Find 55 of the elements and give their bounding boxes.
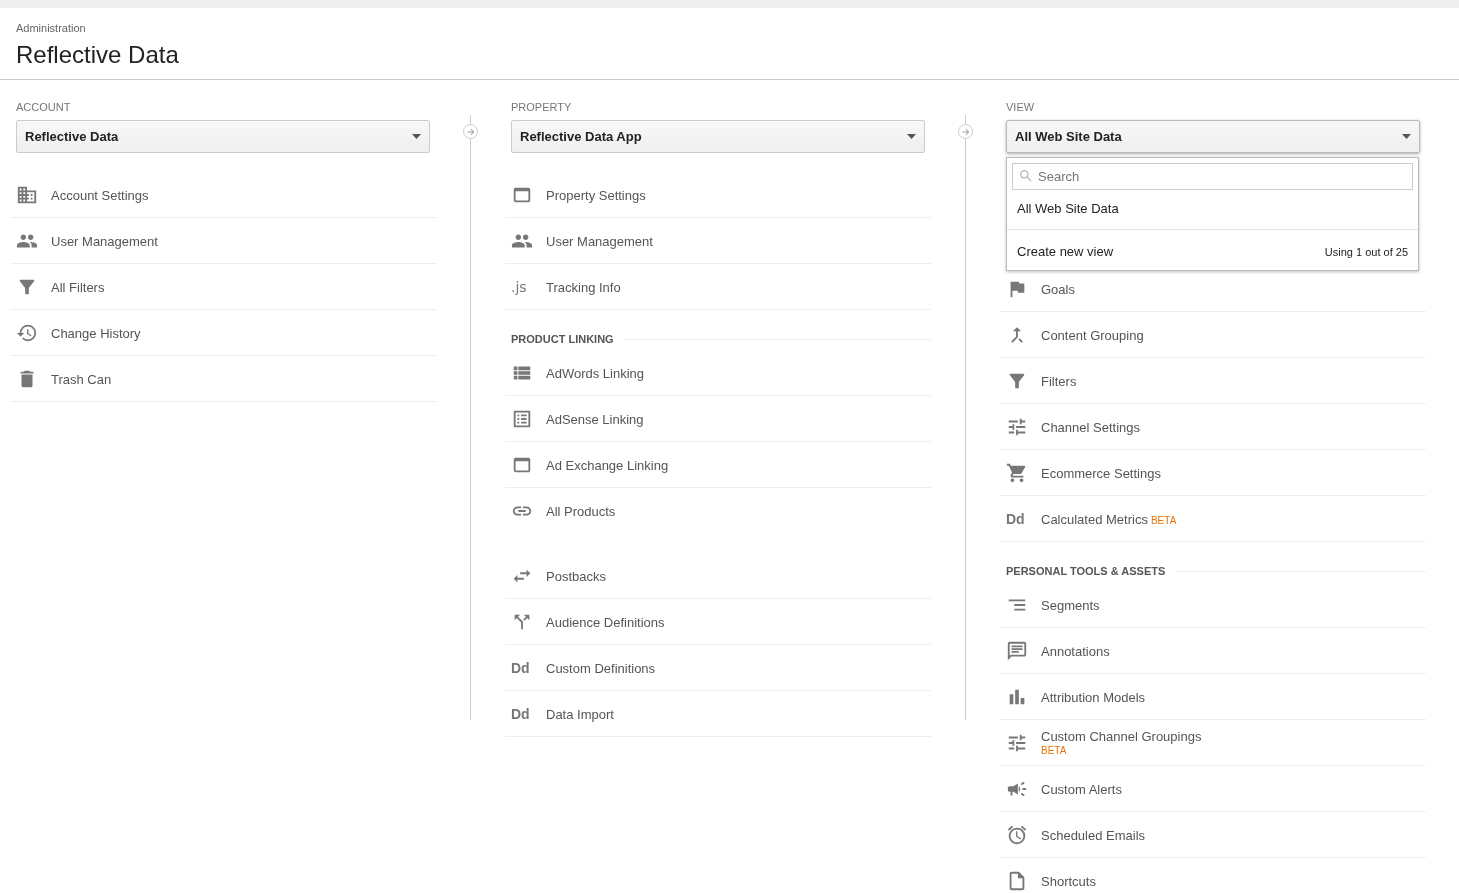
menu-item[interactable]: Shortcuts (1041, 873, 1096, 889)
column-heading: PROPERTY (511, 100, 573, 114)
search-field[interactable]: Search (1012, 163, 1413, 190)
dd-glyph-icon: Dd (511, 659, 530, 676)
caret-icon (412, 134, 421, 139)
section-heading: PRODUCT LINKING (511, 333, 614, 345)
column-heading: VIEW (1006, 100, 1036, 114)
dropdown-select[interactable]: Reflective Data (16, 120, 430, 153)
column-heading: ACCOUNT (16, 100, 72, 114)
menu-item[interactable]: Content Grouping (1041, 327, 1144, 343)
menu-item[interactable]: Property Settings (546, 187, 646, 203)
menu-item[interactable]: Account Settings (51, 187, 149, 203)
menu-item[interactable]: Custom Channel Groupings (1041, 728, 1202, 745)
menu-item[interactable]: AdWords Linking (546, 365, 645, 381)
menu-item[interactable]: Ad Exchange Linking (546, 457, 669, 473)
menu-item[interactable]: Annotations (1041, 643, 1110, 659)
alarm-clock-icon (1006, 823, 1028, 846)
beta-label: BETA (1041, 744, 1068, 757)
menu-item[interactable]: Filters (1041, 373, 1077, 389)
menu-item[interactable]: Segments (1041, 597, 1100, 613)
breadcrumb: Administration (16, 21, 87, 35)
page-title: Reflective Data (16, 41, 180, 69)
dropdown-select[interactable]: All Web Site Data (1006, 120, 1420, 153)
js-glyph-icon: .js (511, 278, 527, 295)
menu-item[interactable]: Tracking Info (546, 279, 621, 295)
menu-item[interactable]: Custom Alerts (1041, 781, 1122, 797)
create-view-link[interactable]: Create new view (1017, 244, 1114, 259)
menu-item[interactable]: Change History (51, 325, 141, 341)
menu-item[interactable]: Trash Can (51, 371, 112, 387)
menu-item[interactable]: Channel Settings (1041, 419, 1140, 435)
menu-item[interactable]: User Management (546, 233, 653, 249)
menu-item[interactable]: Attribution Models (1041, 689, 1146, 705)
menu-item[interactable]: Goals (1041, 281, 1075, 297)
caret-icon (1402, 134, 1411, 139)
menu-item[interactable]: Calculated Metrics (1041, 511, 1148, 527)
menu-item[interactable]: User Management (51, 233, 158, 249)
dd-glyph-icon: Dd (1006, 510, 1025, 527)
menu-item[interactable]: Data Import (546, 706, 614, 722)
menu-item[interactable]: Custom Definitions (546, 660, 656, 676)
menu-item[interactable]: All Filters (51, 279, 105, 295)
dropdown-select[interactable]: Reflective Data App (511, 120, 925, 153)
menu-item[interactable]: AdSense Linking (546, 411, 644, 427)
caret-icon (907, 134, 916, 139)
dd-glyph-icon: Dd (511, 705, 530, 722)
cart-icon (1006, 461, 1028, 484)
menu-item[interactable]: Ecommerce Settings (1041, 465, 1161, 481)
usage-count: Using 1 out of 25 (1324, 245, 1408, 258)
dropdown-option[interactable]: All Web Site Data (1007, 190, 1418, 230)
beta-label: BETA (1150, 514, 1177, 526)
speech-bubble-icon (1006, 639, 1028, 662)
menu-item[interactable]: Postbacks (546, 568, 606, 584)
menu-item[interactable]: All Products (546, 504, 616, 519)
menu-item[interactable]: Scheduled Emails (1041, 827, 1146, 843)
section-heading: PERSONAL TOOLS & ASSETS (1006, 565, 1166, 577)
menu-item[interactable]: Audience Definitions (546, 614, 665, 630)
